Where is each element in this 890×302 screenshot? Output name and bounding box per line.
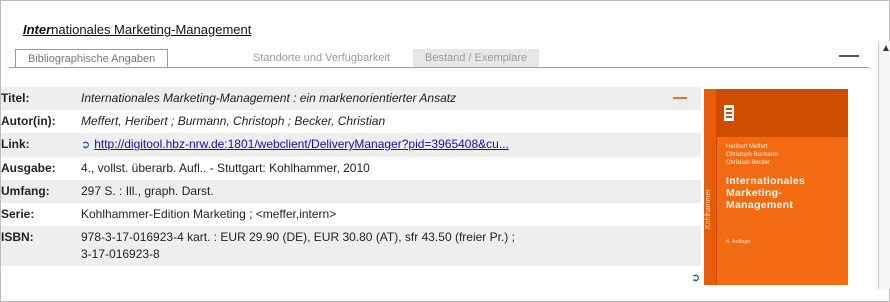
field-value-isbn-13: 978-3-17-016923-4 kart. : EUR 29.90 (DE)…: [81, 230, 515, 244]
field-label: Serie:: [1, 203, 79, 226]
field-label: Ausgabe:: [1, 157, 79, 180]
publisher-logo-icon: [724, 105, 734, 121]
cover-title-line: Management: [726, 199, 794, 211]
minimize-icon[interactable]: [839, 55, 859, 57]
cover-authors: Heribert Meffert Christoph Burmann Chris…: [726, 143, 778, 167]
external-link-icon[interactable]: ➲: [691, 271, 700, 284]
cover-title-line: Internationales: [726, 175, 806, 187]
record-title-link[interactable]: Internationales Marketing-Management: [23, 22, 251, 37]
field-label: Titel:: [1, 87, 79, 110]
cover-author: Christoph Burmann: [726, 152, 778, 158]
field-value-series: Kohlhammer-Edition Marketing ; <meffer,i…: [79, 203, 701, 226]
field-value-link-cell: ➲ http://digitool.hbz-nrw.de:1801/webclie…: [79, 133, 701, 157]
field-row-isbn: ISBN: 978-3-17-016923-4 kart. : EUR 29.9…: [1, 226, 701, 266]
tab-bar: Bibliographische Angaben Standorte und V…: [9, 49, 869, 71]
cover-title-line: Marketing-: [726, 187, 783, 199]
field-row-extent: Umfang: 297 S. : Ill., graph. Darst.: [1, 180, 701, 203]
cover-author: Heribert Meffert: [726, 144, 768, 150]
external-link-icon[interactable]: ➲: [81, 137, 90, 154]
field-row-edition: Ausgabe: 4., vollst. überarb. Aufl.. - S…: [1, 157, 701, 180]
tab-holdings[interactable]: Bestand / Exemplare: [413, 49, 540, 67]
field-value-authors: Meffert, Heribert ; Burmann, Christoph ;…: [79, 110, 701, 133]
tab-bibliographic[interactable]: Bibliographische Angaben: [15, 49, 169, 68]
cover-top-band: [716, 89, 848, 137]
cover-title: Internationales Marketing- Management: [726, 175, 805, 211]
tab-locations[interactable]: Standorte und Verfügbarkeit: [241, 49, 402, 67]
cover-spine-text: Kohlhammer: [705, 189, 712, 229]
cover-toggle-marker: [673, 97, 687, 99]
field-label: Umfang:: [1, 180, 79, 203]
field-row-series: Serie: Kohlhammer-Edition Marketing ; <m…: [1, 203, 701, 226]
field-row-link: Link: ➲ http://digitool.hbz-nrw.de:1801/w…: [1, 133, 701, 157]
scroll-up-icon[interactable]: ▲: [881, 43, 890, 54]
record-details-table: Titel: Internationales Marketing-Managem…: [1, 87, 701, 266]
cover-author: Christian Becker: [726, 160, 771, 166]
record-panel: Internationales Marketing-Management Bib…: [0, 0, 890, 302]
field-value-isbn-cell: 978-3-17-016923-4 kart. : EUR 29.90 (DE)…: [79, 226, 701, 266]
field-value-edition: 4., vollst. überarb. Aufl.. - Stuttgart:…: [79, 157, 701, 180]
record-title-prefix: Inter: [23, 22, 52, 37]
field-label: ISBN:: [1, 226, 79, 266]
record-title-rest: nationales Marketing-Management: [51, 22, 252, 37]
field-label: Link:: [1, 133, 79, 157]
field-label: Autor(in):: [1, 110, 79, 133]
tab-underline: [9, 67, 869, 68]
digitool-link[interactable]: http://digitool.hbz-nrw.de:1801/webclien…: [94, 137, 509, 151]
field-value-isbn-10: 3-17-016923-8: [81, 247, 160, 261]
field-value-extent: 297 S. : Ill., graph. Darst.: [79, 180, 701, 203]
cover-edition: 4. Auflage: [726, 239, 751, 245]
field-value-title: Internationales Marketing-Management : e…: [79, 87, 701, 110]
field-row-author: Autor(in): Meffert, Heribert ; Burmann, …: [1, 110, 701, 133]
field-row-title: Titel: Internationales Marketing-Managem…: [1, 87, 701, 110]
book-cover-image[interactable]: Kohlhammer Heribert Meffert Christoph Bu…: [704, 89, 848, 285]
vertical-scrollbar[interactable]: ▲: [878, 41, 890, 289]
